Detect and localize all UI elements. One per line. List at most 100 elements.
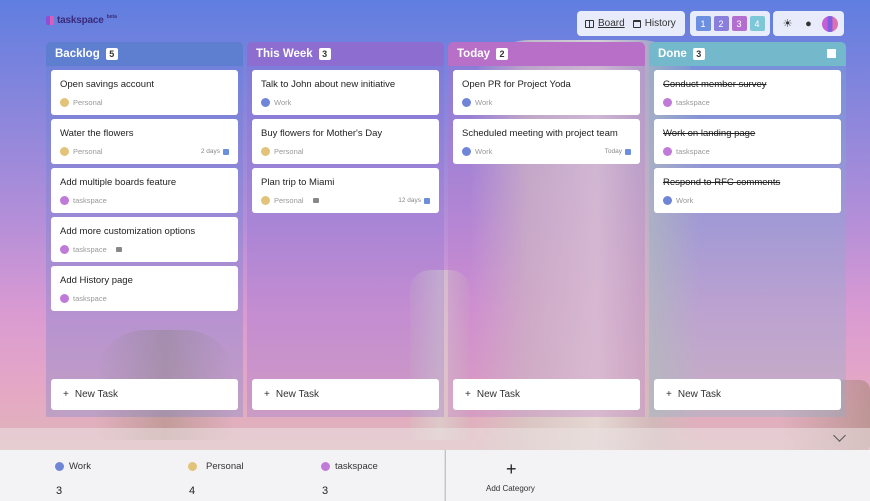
column-today: Today 2 Open PR for Project Yoda Work Schedu…: [448, 42, 645, 417]
column-header[interactable]: This Week 3: [247, 42, 444, 66]
history-view-button[interactable]: History: [632, 18, 676, 29]
task-title: Open PR for Project Yoda: [462, 79, 571, 90]
category-count: 3: [322, 485, 329, 497]
column-backlog: Backlog 5 Open savings account Personal Wate…: [46, 42, 243, 417]
task-card[interactable]: Open savings account Personal: [51, 70, 238, 115]
plus-icon: +: [666, 389, 672, 400]
column-done: Done 3 Conduct member survey taskspace Work …: [649, 42, 846, 417]
task-title: Scheduled meeting with project team: [462, 128, 618, 139]
due-date: 12 days: [398, 197, 430, 204]
column-title: Backlog: [55, 48, 100, 60]
board-2-button[interactable]: 2: [713, 16, 729, 31]
new-task-button[interactable]: + New Task: [654, 379, 841, 410]
task-category: Personal: [274, 147, 304, 156]
task-title: Respond to RFC comments: [663, 177, 781, 188]
new-task-button[interactable]: + New Task: [252, 379, 439, 410]
board-3-button[interactable]: 3: [731, 16, 747, 31]
category-dot: [462, 147, 471, 156]
category-name: taskspace: [335, 461, 378, 472]
task-card[interactable]: Water the flowers Personal 2 days: [51, 119, 238, 164]
new-task-label: New Task: [677, 389, 722, 400]
column-count: 2: [496, 48, 509, 60]
category-list: Work 3 Personal 4 taskspace 3: [0, 450, 445, 501]
column-header[interactable]: Done 3: [649, 42, 846, 66]
task-category: Work: [475, 98, 493, 107]
avatar[interactable]: [821, 15, 838, 32]
category-work[interactable]: Work: [55, 461, 91, 472]
category-dot: [55, 462, 64, 471]
task-meta: taskspace: [663, 147, 832, 156]
column-header[interactable]: Backlog 5: [46, 42, 243, 66]
task-title: Open savings account: [60, 79, 155, 90]
task-title: Plan trip to Miami: [261, 177, 335, 188]
task-category: Personal: [73, 147, 103, 156]
task-category: Personal: [73, 98, 103, 107]
add-category-button[interactable]: + Add Category: [446, 450, 870, 501]
bulb-icon[interactable]: ●: [801, 18, 817, 30]
task-card[interactable]: Conduct member survey taskspace: [654, 70, 841, 115]
task-card[interactable]: Plan trip to Miami Personal 12 days: [252, 168, 439, 213]
task-category: taskspace: [73, 196, 107, 205]
due-date: Today: [605, 148, 631, 155]
task-card[interactable]: Respond to RFC comments Work: [654, 168, 841, 213]
task-category: Work: [274, 98, 292, 107]
plus-icon: +: [465, 389, 471, 400]
toolbar: ☀ ●: [773, 11, 844, 36]
new-task-button[interactable]: + New Task: [51, 379, 238, 410]
column-count: 3: [692, 48, 705, 60]
task-card[interactable]: Add multiple boards feature taskspace: [51, 168, 238, 213]
panel-toggle-bar[interactable]: [0, 428, 870, 450]
board-view-button[interactable]: Board: [585, 18, 625, 29]
board-icon: [585, 19, 594, 28]
new-task-label: New Task: [275, 389, 320, 400]
task-meta: Personal: [60, 98, 229, 107]
category-panel: Work 3 Personal 4 taskspace 3 + Add Cate…: [0, 428, 870, 501]
category-dot: [663, 98, 672, 107]
task-meta: Work: [663, 196, 832, 205]
view-switcher: Board History: [577, 11, 685, 36]
archive-icon[interactable]: [827, 49, 836, 58]
column-count: 3: [318, 48, 331, 60]
sun-icon[interactable]: ☀: [780, 17, 796, 30]
column-header[interactable]: Today 2: [448, 42, 645, 66]
task-category: Work: [676, 196, 694, 205]
task-card[interactable]: Add History page taskspace: [51, 266, 238, 311]
app-logo[interactable]: taskspace beta: [46, 14, 117, 26]
task-card[interactable]: Scheduled meeting with project team Work T…: [453, 119, 640, 164]
task-title: Talk to John about new initiative: [261, 79, 396, 90]
new-task-label: New Task: [74, 389, 119, 400]
task-category: Work: [475, 147, 493, 156]
category-name: Work: [69, 461, 91, 472]
task-title: Water the flowers: [60, 128, 134, 139]
board-4-button[interactable]: 4: [749, 16, 765, 31]
column-title: This Week: [256, 48, 313, 60]
task-card[interactable]: Buy flowers for Mother's Day Personal: [252, 119, 439, 164]
task-card[interactable]: Talk to John about new initiative Work: [252, 70, 439, 115]
column-this-week: This Week 3 Talk to John about new initiat…: [247, 42, 444, 417]
task-card[interactable]: Work on landing page taskspace: [654, 119, 841, 164]
top-bar: taskspace beta Board History 1 2 3 4 ☀ ●: [0, 0, 870, 42]
plus-icon: +: [264, 389, 270, 400]
category-count: 3: [56, 485, 63, 497]
task-meta: Work: [261, 98, 430, 107]
due-text: 12 days: [398, 197, 421, 204]
category-dot: [60, 294, 69, 303]
new-task-button[interactable]: + New Task: [453, 379, 640, 410]
category-dot: [462, 98, 471, 107]
category-dot: [60, 196, 69, 205]
logo-text: taskspace: [57, 15, 104, 26]
add-category-label: Add Category: [486, 484, 535, 493]
category-taskspace[interactable]: taskspace: [321, 461, 378, 472]
board-1-button[interactable]: 1: [695, 16, 711, 31]
category-personal[interactable]: Personal: [188, 461, 244, 472]
task-category: taskspace: [73, 294, 107, 303]
column-title: Done: [658, 48, 687, 60]
task-card[interactable]: Open PR for Project Yoda Work: [453, 70, 640, 115]
task-category: Personal: [274, 196, 304, 205]
due-date: 2 days: [201, 148, 229, 155]
plus-icon: +: [63, 389, 69, 400]
category-dot: [60, 147, 69, 156]
task-card[interactable]: Add more customization options taskspace: [51, 217, 238, 262]
chevron-down-icon[interactable]: [833, 429, 846, 442]
due-text: 2 days: [200, 148, 220, 155]
